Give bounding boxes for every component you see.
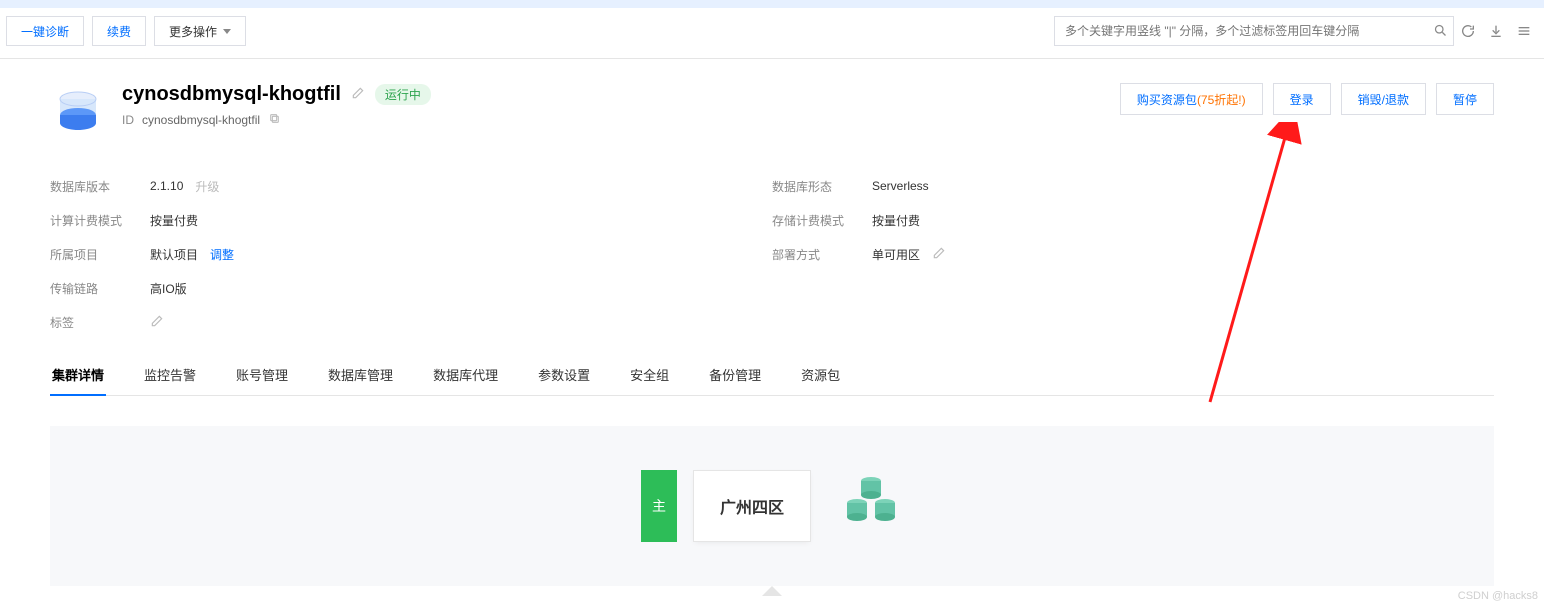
label-deploy: 部署方式 [772,246,872,263]
id-value: cynosdbmysql-khogtfil [142,113,260,127]
node-role-badge: 主 [641,470,677,542]
diagnose-button[interactable]: 一键诊断 [6,16,84,46]
tab-monitor[interactable]: 监控告警 [142,355,198,396]
cluster-icon [839,473,903,540]
value-link: 高IO版 [150,280,187,297]
renew-button[interactable]: 续费 [92,16,146,46]
edit-name-icon[interactable] [351,86,365,103]
connector-arrow-icon [762,586,782,596]
label-project: 所属项目 [50,246,150,263]
action-buttons: 购买资源包(75折起!) 登录 销毁/退款 暂停 [1120,83,1494,115]
id-label: ID [122,113,134,127]
status-badge: 运行中 [375,84,431,105]
edit-deploy-icon[interactable] [932,246,946,263]
edit-tag-icon[interactable] [150,314,164,331]
tab-params[interactable]: 参数设置 [536,355,592,396]
tab-db-manage[interactable]: 数据库管理 [326,355,395,396]
login-button[interactable]: 登录 [1273,83,1331,115]
value-compute-mode: 按量付费 [150,212,198,229]
tabs: 集群详情 监控告警 账号管理 数据库管理 数据库代理 参数设置 安全组 备份管理… [50,355,1494,396]
label-version: 数据库版本 [50,178,150,195]
topology-panel: 主 广州四区 [50,426,1494,586]
refresh-icon[interactable] [1454,16,1482,46]
pause-button[interactable]: 暂停 [1436,83,1494,115]
more-actions-button[interactable]: 更多操作 [154,16,246,46]
destroy-button[interactable]: 销毁/退款 [1341,83,1426,115]
label-tag: 标签 [50,314,150,331]
upgrade-link[interactable]: 升级 [195,178,219,195]
search-input[interactable] [1054,16,1454,46]
buy-package-button[interactable]: 购买资源包(75折起!) [1120,83,1263,115]
download-icon[interactable] [1482,16,1510,46]
info-grid: 数据库版本 2.1.10 升级 计算计费模式 按量付费 所属项目 默认项目 调整… [50,169,1494,339]
project-adjust-link[interactable]: 调整 [210,246,234,263]
value-version: 2.1.10 [150,179,183,193]
discount-text: (75折起!) [1197,91,1246,108]
buy-label: 购买资源包 [1137,91,1197,108]
tab-resource-pack[interactable]: 资源包 [799,355,842,396]
value-storage-mode: 按量付费 [872,212,920,229]
cluster-title: cynosdbmysql-khogtfil [122,83,341,106]
settings-icon[interactable] [1510,16,1538,46]
value-project: 默认项目 [150,246,198,263]
cluster-header: cynosdbmysql-khogtfil 运行中 ID cynosdbmysq… [50,83,1494,139]
search-icon[interactable] [1433,23,1448,41]
value-db-form: Serverless [872,179,929,193]
copy-icon[interactable] [268,112,281,128]
tab-cluster-detail[interactable]: 集群详情 [50,355,106,396]
tab-security[interactable]: 安全组 [628,355,671,396]
label-storage-mode: 存储计费模式 [772,212,872,229]
tab-account[interactable]: 账号管理 [234,355,290,396]
label-compute-mode: 计算计费模式 [50,212,150,229]
label-link: 传输链路 [50,280,150,297]
database-icon [50,83,106,139]
tab-db-proxy[interactable]: 数据库代理 [431,355,500,396]
watermark: CSDN @hacks8 [1458,590,1538,602]
toolbar: 一键诊断 续费 更多操作 [0,8,1544,59]
tab-backup[interactable]: 备份管理 [707,355,763,396]
label-db-form: 数据库形态 [772,178,872,195]
value-deploy: 单可用区 [872,246,920,263]
zone-card[interactable]: 广州四区 [693,470,811,542]
